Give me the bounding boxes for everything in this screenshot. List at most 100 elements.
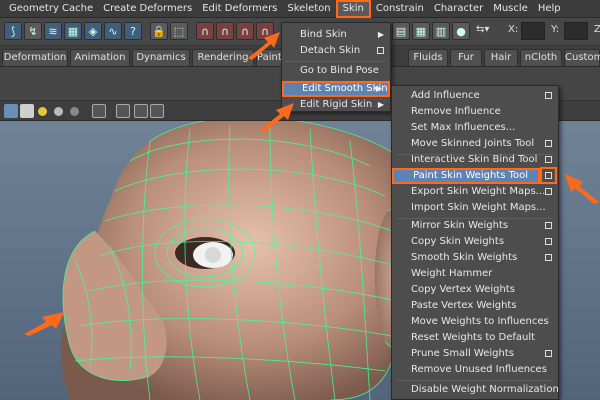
cluster-icon[interactable]: ◈ (84, 22, 102, 40)
menu-item-label: Reset Weights to Default (411, 332, 536, 343)
menu-item-label: Mirror Skin Weights (411, 220, 509, 231)
option-box-icon[interactable] (545, 156, 552, 163)
option-box-icon[interactable] (545, 222, 552, 229)
x-field[interactable] (521, 22, 545, 40)
grid-icon[interactable] (134, 104, 148, 118)
menu-item-go-to-bind-pose[interactable]: Go to Bind Pose (282, 63, 390, 79)
tab-hair[interactable]: Hair (484, 49, 518, 66)
ik-handle-icon[interactable]: ↯ (24, 22, 42, 40)
menu-item-label: Interactive Skin Bind Tool (411, 154, 538, 165)
menu-item-bind-skin[interactable]: Bind Skin ▶ (282, 27, 390, 43)
tab-fluids[interactable]: Fluids (408, 49, 448, 66)
help-icon[interactable]: ? (124, 22, 142, 40)
menu-constrain[interactable]: Constrain (371, 0, 429, 18)
menu-item-label: Export Skin Weight Maps... (411, 186, 546, 197)
deformer-icon[interactable]: ≋ (44, 22, 62, 40)
menu-item-paste-vertex-weights[interactable]: Paste Vertex Weights (392, 298, 558, 314)
menu-item-edit-smooth-skin[interactable]: Edit Smooth Skin ▶ (282, 81, 390, 97)
select-icon[interactable]: ⬚ (170, 22, 188, 40)
menu-item-label: Import Skin Weight Maps... (411, 202, 546, 213)
menu-item-set-max-influences[interactable]: Set Max Influences... (392, 120, 558, 136)
menu-item-interactive-skin-bind-tool[interactable]: Interactive Skin Bind Tool (392, 152, 558, 168)
menu-item-disable-weight-normalization[interactable]: Disable Weight Normalization (392, 382, 559, 398)
menu-item-label: Detach Skin (300, 45, 361, 56)
wireframe-cube-icon[interactable] (4, 104, 18, 118)
wire-icon[interactable]: ∿ (104, 22, 122, 40)
option-box-icon[interactable] (545, 140, 552, 147)
menu-item-edit-rigid-skin[interactable]: Edit Rigid Skin ▶ (282, 97, 390, 113)
smooth-sphere-icon[interactable] (70, 107, 79, 116)
option-box-icon[interactable] (545, 350, 552, 357)
xray-icon[interactable] (116, 104, 130, 118)
menu-item-remove-unused-influences[interactable]: Remove Unused Influences (392, 362, 558, 378)
menu-item-label: Prune Small Weights (411, 348, 514, 359)
tab-dynamics[interactable]: Dynamics (132, 49, 190, 66)
menu-geometry-cache[interactable]: Geometry Cache (4, 0, 98, 18)
submenu-arrow-icon: ▶ (377, 100, 384, 109)
menu-create-deformers[interactable]: Create Deformers (98, 0, 197, 18)
ipr-icon[interactable]: ▦ (412, 22, 430, 40)
render-settings-icon[interactable]: ▥ (432, 22, 450, 40)
menu-item-paint-skin-weights-tool[interactable]: Paint Skin Weights Tool (392, 168, 540, 184)
tab-fur[interactable]: Fur (450, 49, 482, 66)
menu-item-label: Remove Influence (411, 106, 501, 117)
hypershade-icon[interactable]: ● (452, 22, 470, 40)
menu-item-label: Add Influence (411, 90, 480, 101)
y-field[interactable] (564, 22, 588, 40)
menu-item-label: Move Weights to Influences (411, 316, 549, 327)
menu-item-add-influence[interactable]: Add Influence (392, 88, 558, 104)
tab-rendering[interactable]: Rendering (192, 49, 254, 66)
menu-item-weight-hammer[interactable]: Weight Hammer (392, 266, 558, 282)
joint-tool-icon[interactable]: ⟆ (4, 22, 22, 40)
menu-character[interactable]: Character (429, 0, 488, 18)
tab-animation[interactable]: Animation (70, 49, 130, 66)
menu-item-prune-small-weights[interactable]: Prune Small Weights (392, 346, 558, 362)
orange-arrow-icon (24, 312, 64, 336)
menu-item-reset-weights-to-default[interactable]: Reset Weights to Default (392, 330, 558, 346)
snap-curve-icon[interactable]: ∩ (216, 22, 234, 40)
checker-icon[interactable] (20, 104, 34, 118)
isolate-select-icon[interactable] (92, 104, 106, 118)
option-box-icon[interactable] (545, 188, 552, 195)
menu-item-label: Paste Vertex Weights (411, 300, 517, 311)
menu-item-label: Smooth Skin Weights (411, 252, 518, 263)
menu-item-copy-vertex-weights[interactable]: Copy Vertex Weights (392, 282, 558, 298)
paint-skin-weights-option-box[interactable] (540, 167, 557, 184)
menu-item-label: Bind Skin (300, 29, 347, 40)
menu-item-label: Paint Skin Weights Tool (413, 170, 529, 181)
menu-item-copy-skin-weights[interactable]: Copy Skin Weights (392, 234, 558, 250)
menu-item-mirror-skin-weights[interactable]: Mirror Skin Weights (392, 218, 558, 234)
light-icon[interactable] (38, 107, 47, 116)
lattice-icon[interactable]: ▦ (64, 22, 82, 40)
menu-item-remove-influence[interactable]: Remove Influence (392, 104, 558, 120)
menu-item-label: Move Skinned Joints Tool (411, 138, 535, 149)
menu-edit-deformers[interactable]: Edit Deformers (197, 0, 282, 18)
magnet-icon[interactable]: ∩ (196, 22, 214, 40)
input-mode-icon[interactable]: ⇆▾ (476, 24, 489, 35)
menu-item-export-skin-weight-maps[interactable]: Export Skin Weight Maps... (392, 184, 558, 200)
menu-item-label: Copy Vertex Weights (411, 284, 515, 295)
option-box-icon[interactable] (377, 47, 384, 54)
render-icon[interactable]: ▤ (392, 22, 410, 40)
menu-item-label: Go to Bind Pose (300, 65, 379, 76)
menu-skeleton[interactable]: Skeleton (282, 0, 335, 18)
lock-icon[interactable]: 🔒 (150, 22, 168, 40)
menu-item-smooth-skin-weights[interactable]: Smooth Skin Weights (392, 250, 558, 266)
tab-ncloth[interactable]: nCloth (520, 49, 562, 66)
option-box-icon[interactable] (545, 238, 552, 245)
hud-icon[interactable] (150, 104, 164, 118)
menu-item-detach-skin[interactable]: Detach Skin (282, 43, 390, 59)
tab-deformation[interactable]: Deformation (2, 49, 68, 66)
menu-skin[interactable]: Skin (335, 0, 371, 18)
shaded-sphere-icon[interactable] (54, 107, 63, 116)
menu-item-import-skin-weight-maps[interactable]: Import Skin Weight Maps... (392, 200, 558, 216)
option-box-icon[interactable] (545, 92, 552, 99)
menu-help[interactable]: Help (533, 0, 566, 18)
option-box-icon[interactable] (545, 254, 552, 261)
submenu-arrow-icon: ▶ (377, 30, 384, 39)
menu-muscle[interactable]: Muscle (488, 0, 533, 18)
menu-item-move-weights-to-influences[interactable]: Move Weights to Influences (392, 314, 558, 330)
tab-custom[interactable]: Custom (564, 49, 600, 66)
menu-item-move-skinned-joints-tool[interactable]: Move Skinned Joints Tool (392, 136, 558, 152)
edit-smooth-skin-submenu: Add Influence Remove Influence Set Max I… (391, 85, 559, 400)
